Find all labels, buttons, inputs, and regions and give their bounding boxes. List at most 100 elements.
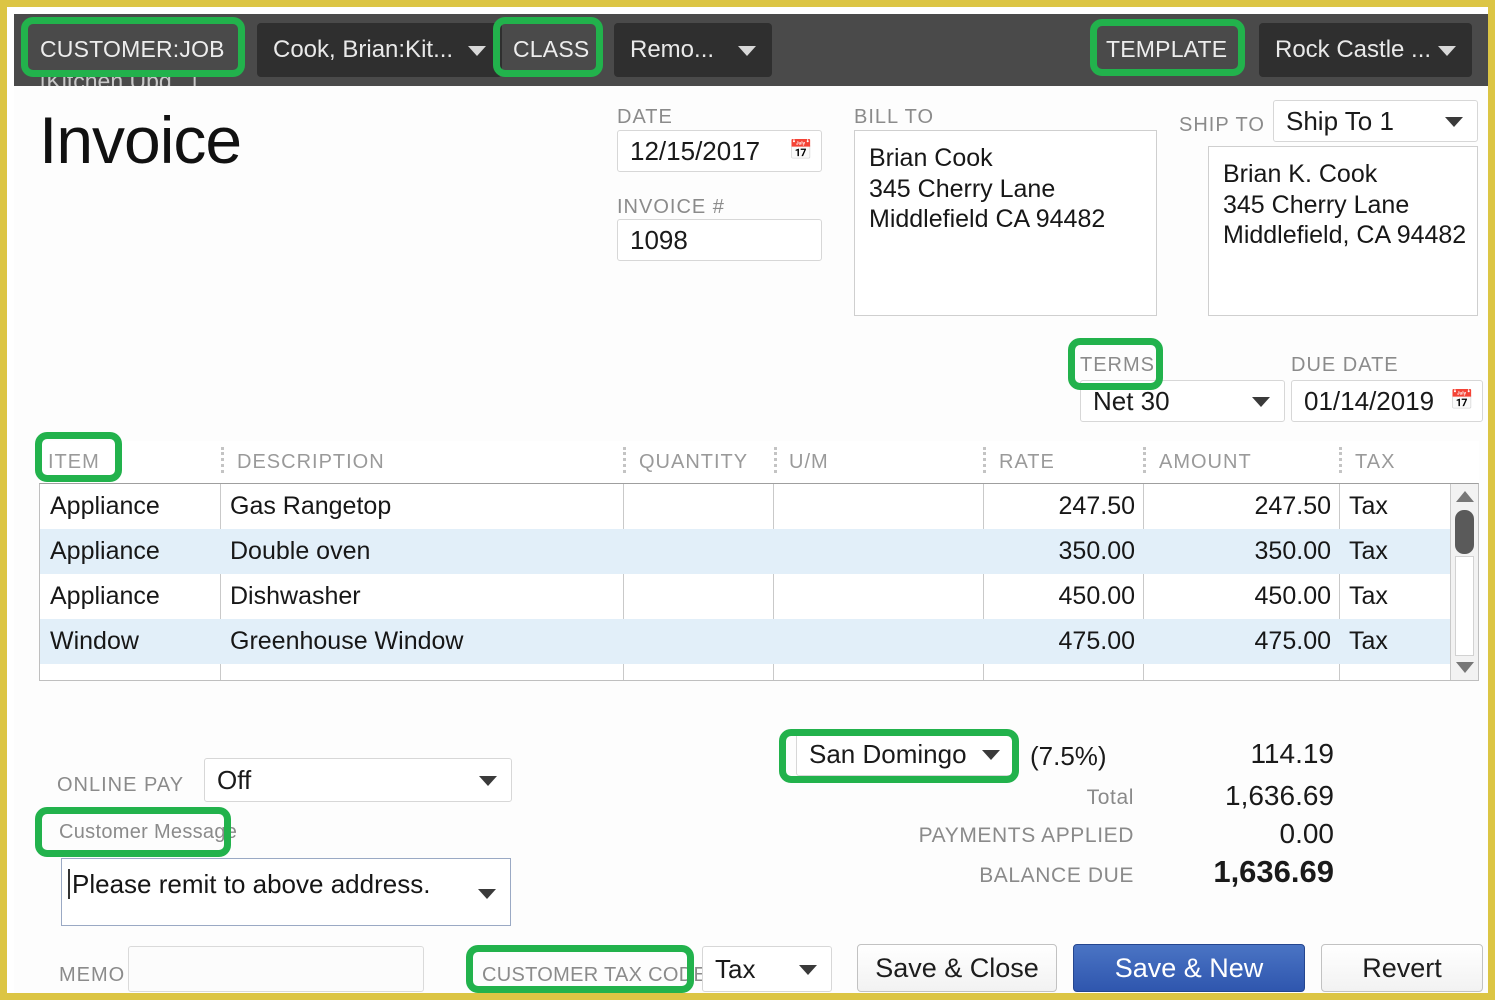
cell-tax[interactable]: Tax <box>1349 484 1439 529</box>
cell-description[interactable]: Dishwasher <box>230 574 615 619</box>
online-pay-dropdown[interactable]: Off <box>204 758 512 802</box>
cell-amount[interactable]: 350.00 <box>1153 529 1331 574</box>
customer-tax-code-dropdown[interactable]: Tax <box>702 946 832 992</box>
tax-jurisdiction-value: San Domingo <box>797 739 967 770</box>
column-header-rate[interactable]: RATE <box>999 451 1055 474</box>
column-divider[interactable] <box>774 447 777 473</box>
cell-um[interactable] <box>783 529 973 574</box>
revert-label: Revert <box>1362 953 1442 984</box>
template-dropdown[interactable]: Rock Castle ... <box>1259 23 1472 77</box>
table-row-blank[interactable] <box>40 664 1478 692</box>
bill-to-label: BILL TO <box>854 106 934 129</box>
customer-message-value: Please remit to above address. <box>72 869 430 900</box>
grid-scrollbar[interactable] <box>1450 484 1478 680</box>
cell-um[interactable] <box>783 484 973 529</box>
customer-job-dropdown[interactable]: Cook, Brian:Kit... <box>257 23 502 77</box>
date-label: DATE <box>617 106 673 129</box>
save-new-button[interactable]: Save & New <box>1073 944 1305 992</box>
ship-to-line-2: 345 Cherry Lane <box>1223 190 1463 221</box>
cell-tax[interactable]: Tax <box>1349 574 1439 619</box>
cell-description[interactable]: Gas Rangetop <box>230 484 615 529</box>
class-dropdown[interactable]: Remo... <box>614 23 772 77</box>
due-date-input[interactable]: 01/14/2019 📅 <box>1291 380 1483 422</box>
ship-to-label: SHIP TO <box>1179 114 1265 137</box>
cell-tax[interactable]: Tax <box>1349 619 1439 664</box>
customer-job-label: CUSTOMER:JOB <box>40 36 225 63</box>
invoice-sheet: Invoice DATE 12/15/2017 📅 INVOICE # 1098… <box>14 86 1495 1000</box>
grid-body: Appliance Gas Rangetop 247.50 247.50 Tax… <box>39 483 1479 681</box>
cell-rate[interactable]: 475.00 <box>993 619 1135 664</box>
chevron-down-icon <box>738 46 756 56</box>
terms-value: Net 30 <box>1081 386 1170 417</box>
text-cursor <box>68 869 70 899</box>
scrollbar-thumb[interactable] <box>1455 510 1474 554</box>
template-label: TEMPLATE <box>1106 36 1227 63</box>
customer-message-input[interactable]: Please remit to above address. <box>61 858 511 926</box>
save-close-button[interactable]: Save & Close <box>857 944 1057 992</box>
balance-due-value: 1,636.69 <box>1104 854 1334 890</box>
cell-rate[interactable]: 350.00 <box>993 529 1135 574</box>
terms-dropdown[interactable]: Net 30 <box>1080 380 1285 422</box>
save-close-label: Save & Close <box>875 953 1039 984</box>
calendar-icon[interactable]: 📅 <box>789 141 809 161</box>
column-header-quantity[interactable]: QUANTITY <box>639 451 748 474</box>
customer-message-label: Customer Message <box>59 821 237 844</box>
tax-amount-value: 114.19 <box>1114 738 1334 770</box>
top-toolbar: CUSTOMER:JOB [Kitchen Upg...] Cook, Bria… <box>14 14 1495 86</box>
scroll-down-icon[interactable] <box>1456 662 1474 673</box>
date-input[interactable]: 12/15/2017 📅 <box>617 130 822 172</box>
table-row[interactable]: Appliance Gas Rangetop 247.50 247.50 Tax <box>40 484 1478 529</box>
column-header-tax[interactable]: TAX <box>1355 451 1395 474</box>
cell-amount[interactable]: 450.00 <box>1153 574 1331 619</box>
cell-tax[interactable]: Tax <box>1349 529 1439 574</box>
cell-item[interactable]: Appliance <box>50 574 215 619</box>
cell-item[interactable]: Window <box>50 619 215 664</box>
cell-rate[interactable]: 450.00 <box>993 574 1135 619</box>
bill-to-line-3: Middlefield CA 94482 <box>869 204 1142 235</box>
grid-header-row: ITEM DESCRIPTION QUANTITY U/M RATE AMOUN… <box>39 441 1479 483</box>
column-divider[interactable] <box>983 447 986 473</box>
column-header-description[interactable]: DESCRIPTION <box>237 451 385 474</box>
table-row[interactable]: Appliance Double oven 350.00 350.00 Tax <box>40 529 1478 574</box>
tax-jurisdiction-dropdown[interactable]: San Domingo <box>796 732 1015 776</box>
cell-um[interactable] <box>783 619 973 664</box>
ship-to-address[interactable]: Brian K. Cook 345 Cherry Lane Middlefiel… <box>1208 146 1478 316</box>
cell-description[interactable]: Double oven <box>230 529 615 574</box>
column-divider[interactable] <box>1143 447 1146 473</box>
cell-quantity[interactable] <box>630 574 765 619</box>
ship-to-dropdown[interactable]: Ship To 1 <box>1273 100 1478 142</box>
table-row[interactable]: Appliance Dishwasher 450.00 450.00 Tax <box>40 574 1478 619</box>
scroll-up-icon[interactable] <box>1456 491 1474 502</box>
cell-quantity[interactable] <box>630 484 765 529</box>
memo-input[interactable] <box>128 946 424 992</box>
cell-amount[interactable]: 247.50 <box>1153 484 1331 529</box>
chevron-down-icon <box>468 46 486 56</box>
invoice-number-label: INVOICE # <box>617 196 725 219</box>
column-header-um[interactable]: U/M <box>789 451 829 474</box>
tax-rate-text: (7.5%) <box>1030 741 1107 772</box>
table-row[interactable]: Window Greenhouse Window 475.00 475.00 T… <box>40 619 1478 664</box>
bill-to-address[interactable]: Brian Cook 345 Cherry Lane Middlefield C… <box>854 130 1157 316</box>
column-divider[interactable] <box>623 447 626 473</box>
scrollbar-track[interactable] <box>1455 556 1474 656</box>
column-header-amount[interactable]: AMOUNT <box>1159 451 1252 474</box>
cell-item[interactable]: Appliance <box>50 484 215 529</box>
customer-tax-code-label: CUSTOMER TAX CODE <box>482 964 707 987</box>
invoice-number-input[interactable]: 1098 <box>617 219 822 261</box>
calendar-icon[interactable]: 📅 <box>1450 391 1470 411</box>
quickbooks-invoice-window: CUSTOMER:JOB [Kitchen Upg...] Cook, Bria… <box>0 0 1495 1000</box>
cell-amount[interactable]: 475.00 <box>1153 619 1331 664</box>
chevron-down-icon <box>1252 397 1270 407</box>
column-divider[interactable] <box>1339 447 1342 473</box>
cell-description[interactable]: Greenhouse Window <box>230 619 615 664</box>
cell-item[interactable]: Appliance <box>50 529 215 574</box>
column-divider[interactable] <box>221 447 224 473</box>
cell-um[interactable] <box>783 574 973 619</box>
chevron-down-icon[interactable] <box>478 889 496 899</box>
cell-quantity[interactable] <box>630 619 765 664</box>
memo-label: MEMO <box>59 964 125 987</box>
column-header-item[interactable]: ITEM <box>48 451 100 474</box>
revert-button[interactable]: Revert <box>1321 944 1483 992</box>
cell-rate[interactable]: 247.50 <box>993 484 1135 529</box>
cell-quantity[interactable] <box>630 529 765 574</box>
